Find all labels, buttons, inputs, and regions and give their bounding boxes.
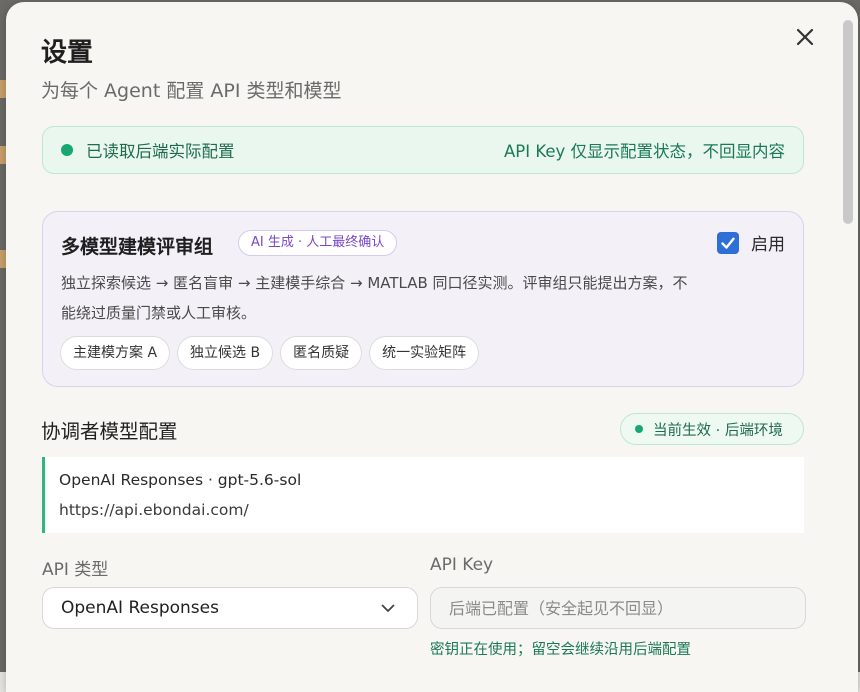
status-dot-icon	[61, 144, 73, 156]
chevron-down-icon	[381, 604, 395, 613]
council-chip[interactable]: 统一实验矩阵	[369, 336, 480, 370]
council-enable-toggle[interactable]: 启用	[717, 230, 785, 255]
review-council-card: 多模型建模评审组 AI 生成 · 人工最终确认 启用 独立探索候选 → 匿名盲审…	[42, 211, 804, 387]
api-key-hint: 密钥正在使用；留空会继续沿用后端配置	[430, 642, 691, 658]
enable-checkbox[interactable]	[717, 231, 739, 254]
api-type-value: OpenAI Responses	[61, 598, 219, 618]
council-chip[interactable]: 主建模方案 A	[60, 336, 171, 370]
council-title: 多模型建模评审组	[61, 236, 214, 258]
api-type-select[interactable]: OpenAI Responses	[42, 587, 418, 629]
status-note: API Key 仅显示配置状态，不回显内容	[503, 142, 785, 161]
api-key-input[interactable]	[430, 587, 806, 629]
coordinator-section-title: 协调者模型配置	[41, 420, 178, 443]
dialog-title: 设置	[41, 38, 94, 68]
provider-summary: OpenAI Responses · gpt-5.6-sol https://a…	[42, 457, 804, 533]
settings-dialog: 设置 为每个 Agent 配置 API 类型和模型 已读取后端实际配置 API …	[6, 2, 858, 692]
api-type-label: API 类型	[42, 560, 109, 580]
council-chip[interactable]: 独立候选 B	[177, 336, 274, 370]
scrollbar-thumb[interactable]	[843, 20, 853, 224]
checkmark-icon	[721, 237, 735, 249]
config-status-banner: 已读取后端实际配置 API Key 仅显示配置状态，不回显内容	[42, 126, 804, 174]
close-icon	[796, 28, 814, 46]
live-status-text: 当前生效 · 后端环境	[653, 422, 783, 439]
live-dot-icon	[635, 425, 643, 433]
provider-model-line: OpenAI Responses · gpt-5.6-sol	[59, 471, 302, 489]
council-description: 独立探索候选 → 匿名盲审 → 主建模手综合 → MATLAB 同口径实测。评审…	[61, 274, 688, 322]
council-chip[interactable]: 匿名质疑	[280, 336, 363, 370]
dialog-subtitle: 为每个 Agent 配置 API 类型和模型	[41, 80, 342, 102]
council-chip-list: 主建模方案 A 独立候选 B 匿名质疑 统一实验矩阵	[60, 336, 486, 370]
api-key-label: API Key	[430, 555, 494, 575]
live-status-badge: 当前生效 · 后端环境	[620, 413, 804, 445]
provider-endpoint: https://api.ebondai.com/	[59, 501, 249, 519]
enable-label: 启用	[751, 235, 785, 255]
council-badge: AI 生成 · 人工最终确认	[238, 230, 398, 256]
close-button[interactable]	[792, 24, 818, 50]
status-text: 已读取后端实际配置	[86, 142, 235, 161]
